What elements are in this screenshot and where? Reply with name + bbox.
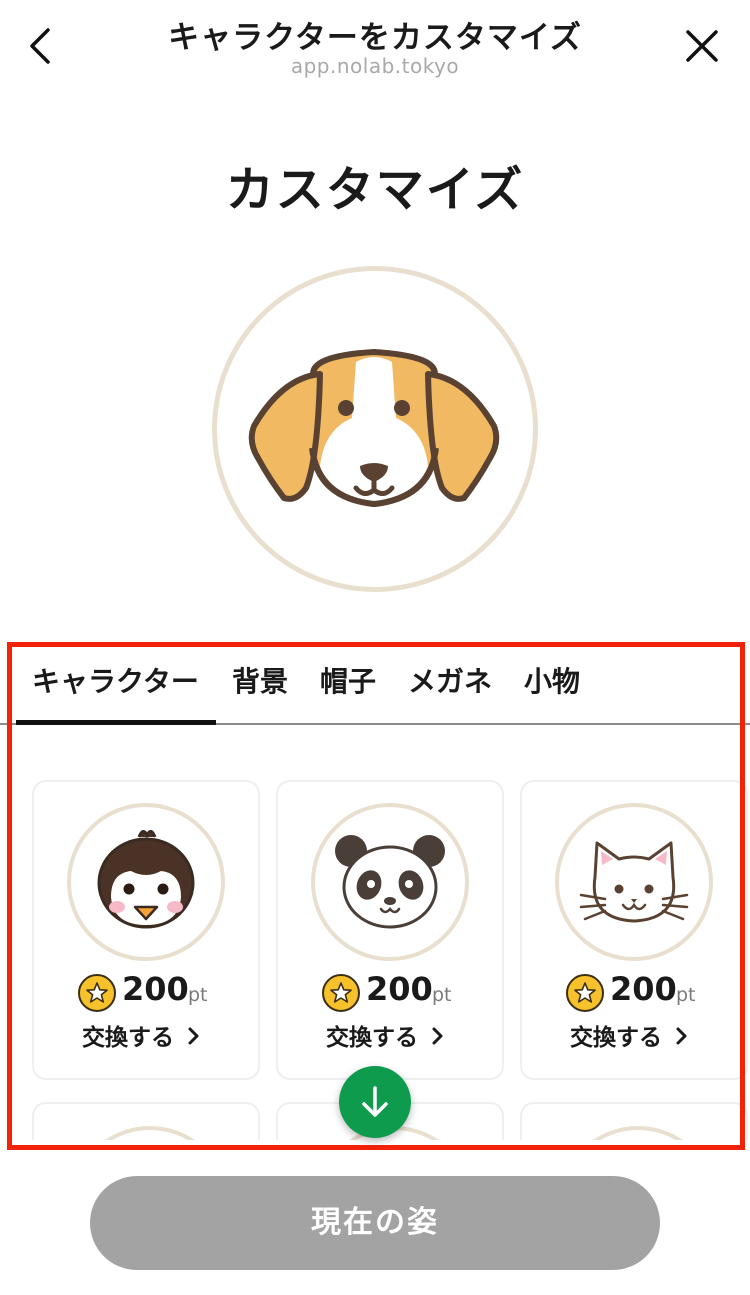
point-coin-icon <box>566 974 604 1012</box>
close-button[interactable] <box>676 22 728 70</box>
dog-face-icon <box>248 349 500 508</box>
item-frame <box>311 803 469 961</box>
cat-icon <box>579 841 689 923</box>
point-coin-icon <box>322 974 360 1012</box>
price-value: 200 <box>610 970 677 1008</box>
item-frame <box>559 1126 717 1140</box>
point-coin-icon <box>78 974 116 1012</box>
chevron-right-icon <box>676 1025 688 1051</box>
exchange-label: 交換する <box>570 1025 662 1051</box>
item-card-next-row[interactable] <box>32 1102 260 1140</box>
chevron-right-icon <box>432 1025 444 1051</box>
tab-background[interactable]: 背景 <box>232 660 288 720</box>
panda-icon <box>335 835 445 929</box>
item-frame <box>71 1126 229 1140</box>
price-value: 200 <box>122 970 189 1008</box>
chevron-right-icon <box>188 1025 200 1051</box>
price-unit: pt <box>676 984 696 1006</box>
exchange-label: 交換する <box>326 1025 418 1051</box>
nav-title: キャラクターをカスタマイズ <box>168 20 582 56</box>
current-appearance-button[interactable]: 現在の姿 <box>90 1176 660 1270</box>
price-value: 200 <box>366 970 433 1008</box>
tab-character[interactable]: キャラクター <box>32 660 199 720</box>
price-unit: pt <box>432 984 452 1006</box>
category-tabs: キャラクター 背景 帽子 メガネ 小物 <box>0 642 750 725</box>
item-card-penguin[interactable]: 200 pt 交換する <box>32 780 260 1080</box>
item-card-cat[interactable]: 200 pt 交換する <box>520 780 748 1080</box>
tab-accessories[interactable]: 小物 <box>524 660 580 720</box>
item-card-panda[interactable]: 200 pt 交換する <box>276 780 504 1080</box>
exchange-link[interactable]: 交換する <box>570 1018 688 1052</box>
exchange-label: 交換する <box>82 1025 174 1051</box>
item-frame <box>67 803 225 961</box>
close-icon <box>686 30 718 62</box>
item-card-next-row[interactable] <box>520 1102 748 1140</box>
top-nav-bar: キャラクターをカスタマイズ app.nolab.tokyo <box>0 0 750 90</box>
selected-tab-indicator <box>16 720 216 725</box>
tab-glasses[interactable]: メガネ <box>408 660 492 720</box>
arrow-down-icon <box>362 1086 388 1117</box>
back-button[interactable] <box>18 18 68 74</box>
chevron-left-icon <box>30 28 50 64</box>
item-frame <box>555 803 713 961</box>
tab-hat[interactable]: 帽子 <box>320 660 376 720</box>
exchange-link[interactable]: 交換する <box>82 1018 200 1052</box>
exchange-link[interactable]: 交換する <box>326 1018 444 1052</box>
nav-url: app.nolab.tokyo <box>290 54 460 78</box>
scroll-down-button[interactable] <box>339 1066 411 1138</box>
penguin-icon <box>97 830 195 929</box>
price-unit: pt <box>188 984 208 1006</box>
page-title: カスタマイズ <box>225 162 525 218</box>
